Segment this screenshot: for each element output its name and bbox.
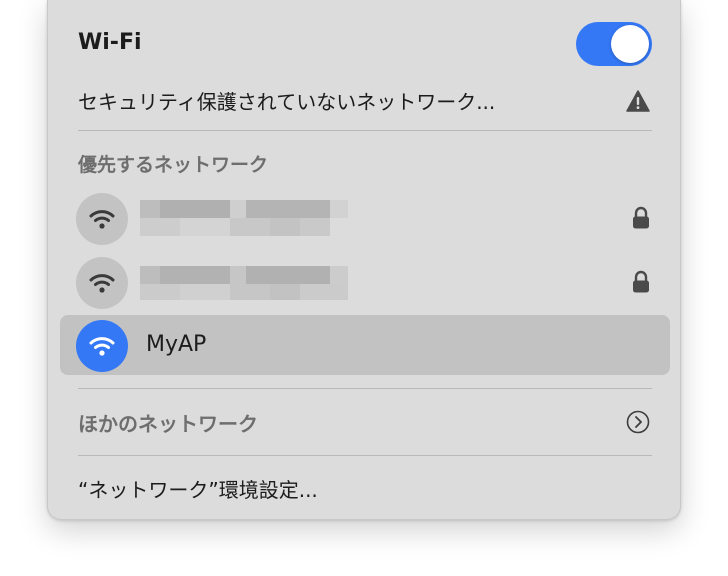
network-row[interactable] <box>60 188 670 248</box>
network-row-myap[interactable]: MyAP <box>60 315 670 375</box>
wifi-menu-panel: Wi-Fi セキュリティ保護されていないネットワーク... 優先するネットワーク <box>47 0 681 520</box>
lock-icon <box>632 270 650 294</box>
other-networks-label: ほかのネットワーク <box>78 412 258 436</box>
wifi-circle <box>76 257 128 309</box>
network-row[interactable] <box>60 252 670 312</box>
wifi-circle <box>76 320 128 372</box>
chevron-right-circle-icon <box>626 410 650 434</box>
preferred-networks-header: 優先するネットワーク <box>78 154 269 176</box>
divider <box>78 130 652 131</box>
wifi-icon <box>89 274 115 293</box>
network-settings-label: “ネットワーク”環境設定... <box>78 478 318 502</box>
unsecured-networks-label: セキュリティ保護されていないネットワーク... <box>78 90 496 114</box>
obscured-network-name <box>140 264 350 300</box>
network-name: MyAP <box>146 332 207 357</box>
lock-icon <box>632 206 650 230</box>
unsecured-networks-item[interactable]: セキュリティ保護されていないネットワーク... <box>78 82 652 118</box>
wifi-icon <box>89 337 115 356</box>
warning-triangle-icon <box>626 90 650 112</box>
menu-title: Wi-Fi <box>78 30 142 55</box>
divider <box>78 388 652 389</box>
network-settings-item[interactable]: “ネットワーク”環境設定... <box>78 472 652 508</box>
toggle-knob <box>611 25 649 63</box>
wifi-circle <box>76 193 128 245</box>
obscured-network-name <box>140 200 350 236</box>
wifi-icon <box>89 210 115 229</box>
wifi-toggle[interactable] <box>576 22 652 66</box>
other-networks-item[interactable]: ほかのネットワーク <box>78 404 652 440</box>
divider <box>78 455 652 456</box>
